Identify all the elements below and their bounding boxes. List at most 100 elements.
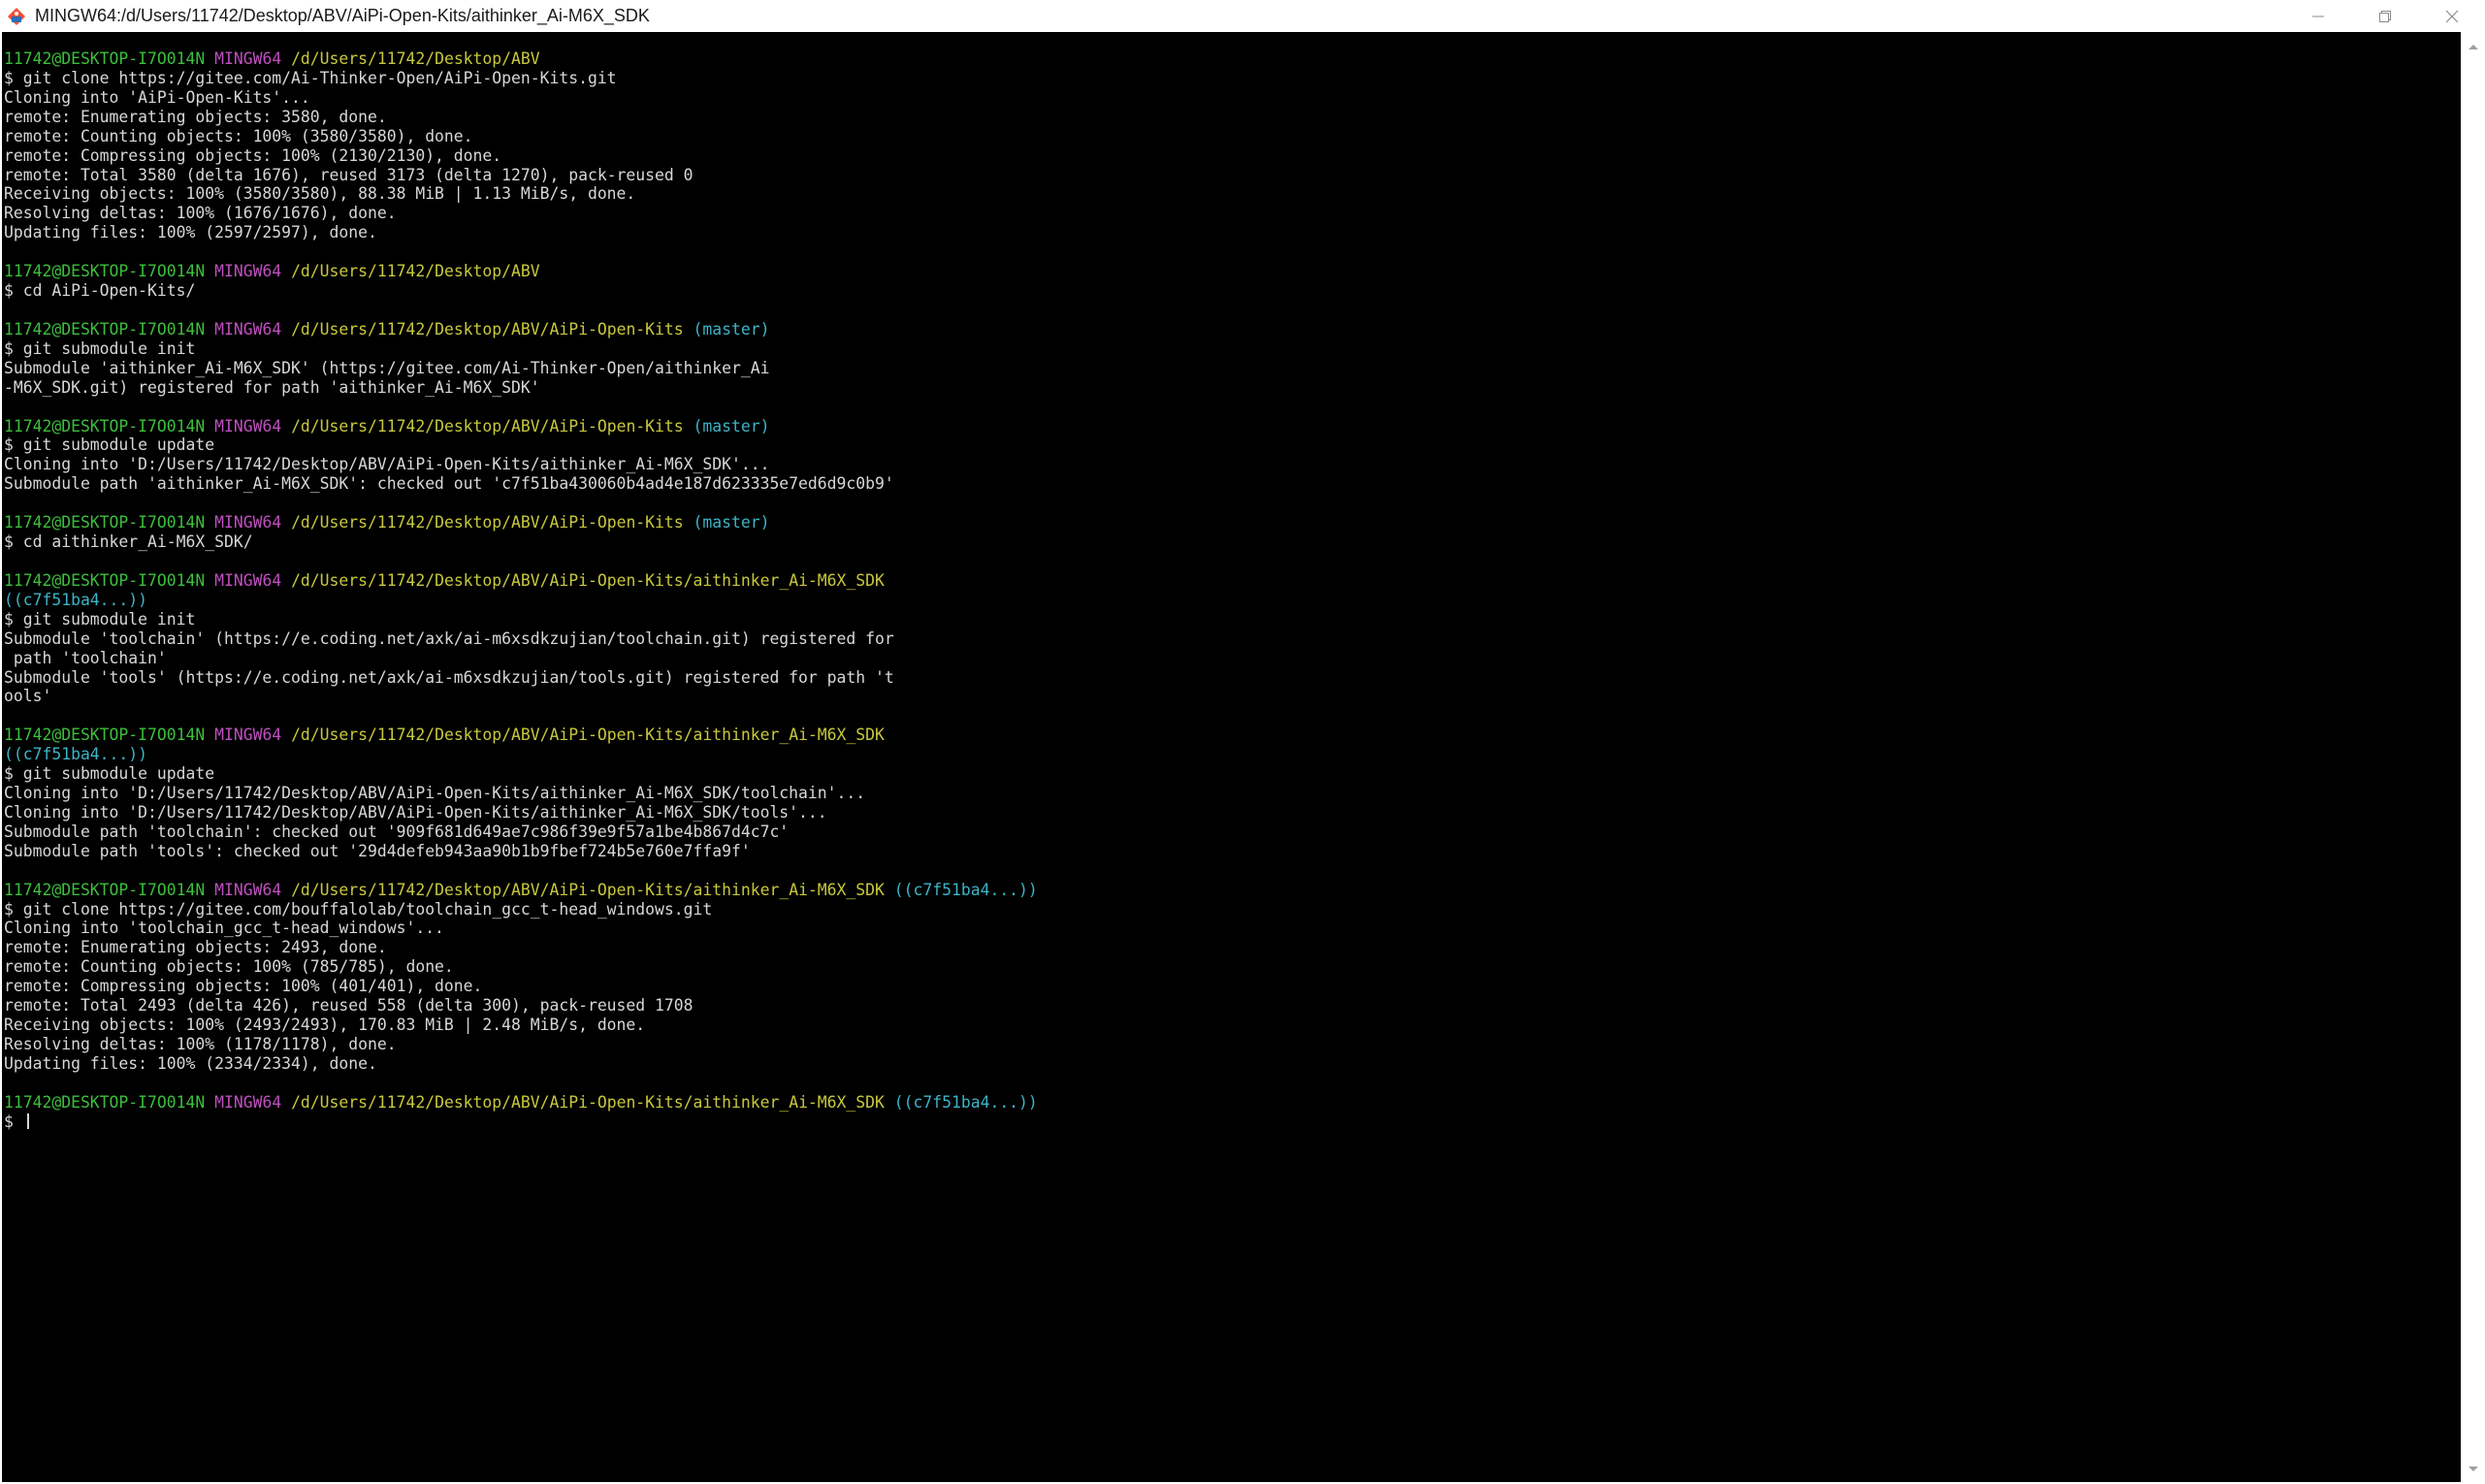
minimize-button[interactable] <box>2284 0 2351 32</box>
output-line: Cloning into 'D:/Users/11742/Desktop/ABV… <box>4 802 827 822</box>
window-title: MINGW64:/d/Users/11742/Desktop/ABV/AiPi-… <box>35 6 650 25</box>
output-line: Cloning into 'AiPi-Open-Kits'... <box>4 87 310 107</box>
prompt-host: MINGW64 <box>214 262 282 281</box>
prompt-line: 11742@DESKTOP-I7O014N MINGW64 /d/Users/1… <box>2 571 2461 591</box>
prompt-path: /d/Users/11742/Desktop/ABV <box>291 49 540 68</box>
prompt-host: MINGW64 <box>214 880 282 899</box>
output-line: $ git clone https://gitee.com/Ai-Thinker… <box>4 68 617 87</box>
prompt-branch: ((c7f51ba4...)) <box>4 590 148 609</box>
prompt-user: 11742@DESKTOP-I7O014N <box>4 49 206 68</box>
prompt-host: MINGW64 <box>214 49 282 68</box>
output-line: remote: Counting objects: 100% (3580/358… <box>4 126 473 145</box>
prompt-host: MINGW64 <box>214 319 282 339</box>
output-line: -M6X_SDK.git) registered for path 'aithi… <box>4 377 540 397</box>
terminal-output[interactable]: 11742@DESKTOP-I7O014N MINGW64 /d/Users/1… <box>2 32 2461 1482</box>
output-line: remote: Enumerating objects: 2493, done. <box>4 938 387 957</box>
output-line: Updating files: 100% (2334/2334), done. <box>4 1053 377 1073</box>
prompt-host: MINGW64 <box>214 570 282 590</box>
prompt-branch: ((c7f51ba4...)) <box>4 745 148 764</box>
output-line: remote: Total 2493 (delta 426), reused 5… <box>4 996 694 1016</box>
chevron-down-icon <box>2468 1467 2478 1471</box>
restore-icon <box>2378 10 2391 22</box>
scroll-up-arrow[interactable] <box>2461 36 2485 57</box>
output-line: Cloning into 'toolchain_gcc_t-head_windo… <box>4 919 444 938</box>
prompt-host: MINGW64 <box>214 416 282 436</box>
output-line: Submodule 'tools' (https://e.coding.net/… <box>4 667 894 687</box>
prompt-branch: ((c7f51ba4...)) <box>893 1092 1038 1112</box>
output-line: remote: Enumerating objects: 3580, done. <box>4 107 387 126</box>
close-icon <box>2445 10 2458 22</box>
prompt-path: /d/Users/11742/Desktop/ABV <box>291 262 540 281</box>
output-line: ools' <box>4 687 52 706</box>
output-line: remote: Compressing objects: 100% (401/4… <box>4 977 483 996</box>
prompt-line: 11742@DESKTOP-I7O014N MINGW64 /d/Users/1… <box>2 262 2461 281</box>
prompt-path: /d/Users/11742/Desktop/ABV/AiPi-Open-Kit… <box>291 1092 885 1112</box>
prompt-branch-line: ((c7f51ba4...)) <box>2 591 2461 610</box>
maximize-button[interactable] <box>2351 0 2418 32</box>
output-line: $ git submodule init <box>4 609 196 629</box>
prompt-branch: (master) <box>693 416 770 436</box>
output-line: $ cd AiPi-Open-Kits/ <box>4 281 196 301</box>
vertical-scrollbar[interactable] <box>2461 32 2485 1482</box>
output-line: Receiving objects: 100% (3580/3580), 88.… <box>4 184 636 204</box>
prompt-user: 11742@DESKTOP-I7O014N <box>4 262 206 281</box>
command-input-line[interactable]: $ <box>2 1113 2461 1132</box>
prompt-user: 11742@DESKTOP-I7O014N <box>4 570 206 590</box>
prompt-branch: ((c7f51ba4...)) <box>893 880 1038 899</box>
prompt-user: 11742@DESKTOP-I7O014N <box>4 319 206 339</box>
output-line: $ git clone https://gitee.com/bouffalola… <box>4 899 713 919</box>
prompt-path: /d/Users/11742/Desktop/ABV/AiPi-Open-Kit… <box>291 319 684 339</box>
output-line: $ git submodule init <box>4 339 196 358</box>
prompt-line: 11742@DESKTOP-I7O014N MINGW64 /d/Users/1… <box>2 320 2461 339</box>
prompt-branch-line: ((c7f51ba4...)) <box>2 745 2461 764</box>
window-controls <box>2284 0 2485 32</box>
close-button[interactable] <box>2418 0 2485 32</box>
text-cursor <box>26 1113 29 1129</box>
title-bar[interactable]: MINGW64:/d/Users/11742/Desktop/ABV/AiPi-… <box>0 0 2485 32</box>
output-line: remote: Counting objects: 100% (785/785)… <box>4 957 454 977</box>
prompt-path: /d/Users/11742/Desktop/ABV/AiPi-Open-Kit… <box>291 880 885 899</box>
prompt-line: 11742@DESKTOP-I7O014N MINGW64 /d/Users/1… <box>2 49 2461 69</box>
output-line: remote: Compressing objects: 100% (2130/… <box>4 145 502 165</box>
prompt-symbol: $ <box>4 1112 23 1131</box>
git-bash-icon <box>6 6 27 27</box>
prompt-user: 11742@DESKTOP-I7O014N <box>4 880 206 899</box>
git-bash-window: MINGW64:/d/Users/11742/Desktop/ABV/AiPi-… <box>0 0 2485 1484</box>
prompt-user: 11742@DESKTOP-I7O014N <box>4 416 206 436</box>
output-line: Resolving deltas: 100% (1676/1676), done… <box>4 204 397 223</box>
output-line: Submodule 'toolchain' (https://e.coding.… <box>4 629 894 648</box>
output-line: $ git submodule update <box>4 436 215 455</box>
output-line: Resolving deltas: 100% (1178/1178), done… <box>4 1035 397 1054</box>
prompt-line: 11742@DESKTOP-I7O014N MINGW64 /d/Users/1… <box>2 881 2461 900</box>
prompt-branch: (master) <box>693 513 770 532</box>
prompt-line: 11742@DESKTOP-I7O014N MINGW64 /d/Users/1… <box>2 726 2461 745</box>
output-line: Submodule path 'aithinker_Ai-M6X_SDK': c… <box>4 474 894 494</box>
output-line: Updating files: 100% (2597/2597), done. <box>4 223 377 242</box>
output-line: path 'toolchain' <box>4 648 167 667</box>
prompt-path: /d/Users/11742/Desktop/ABV/AiPi-Open-Kit… <box>291 726 885 745</box>
prompt-branch: (master) <box>693 319 770 339</box>
prompt-host: MINGW64 <box>214 513 282 532</box>
scroll-down-arrow[interactable] <box>2461 1459 2485 1480</box>
output-line: Cloning into 'D:/Users/11742/Desktop/ABV… <box>4 455 770 474</box>
prompt-user: 11742@DESKTOP-I7O014N <box>4 513 206 532</box>
minimize-icon <box>2311 10 2325 23</box>
output-line: remote: Total 3580 (delta 1676), reused … <box>4 165 694 184</box>
chevron-up-icon <box>2468 45 2478 49</box>
prompt-path: /d/Users/11742/Desktop/ABV/AiPi-Open-Kit… <box>291 570 885 590</box>
output-line: Submodule 'aithinker_Ai-M6X_SDK' (https:… <box>4 358 770 377</box>
output-line: $ cd aithinker_Ai-M6X_SDK/ <box>4 532 253 552</box>
output-line: Submodule path 'tools': checked out '29d… <box>4 841 751 860</box>
output-line: $ git submodule update <box>4 764 215 784</box>
prompt-host: MINGW64 <box>214 726 282 745</box>
output-line: Submodule path 'toolchain': checked out … <box>4 822 790 841</box>
prompt-line: 11742@DESKTOP-I7O014N MINGW64 /d/Users/1… <box>2 417 2461 436</box>
